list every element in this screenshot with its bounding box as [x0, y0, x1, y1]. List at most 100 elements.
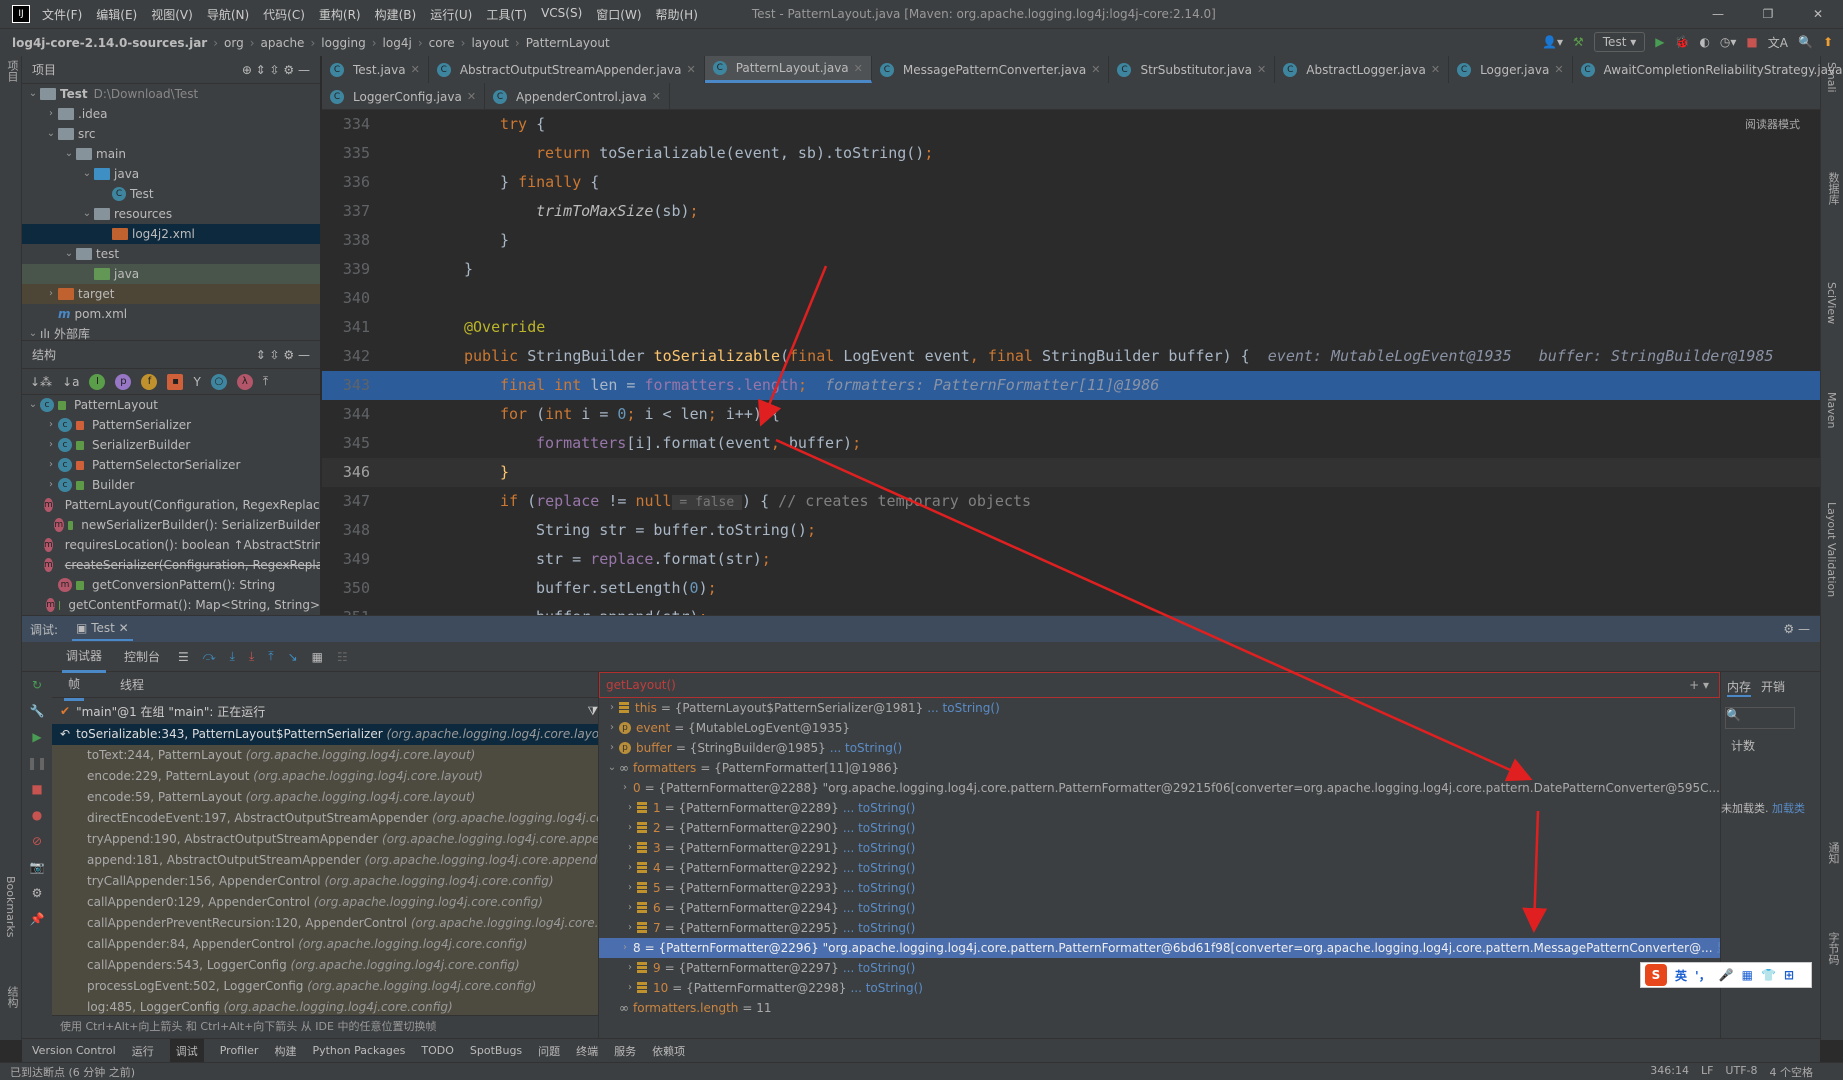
debug-icon[interactable]: 🐞	[1674, 35, 1689, 49]
chevron-right-icon[interactable]: ›	[605, 718, 619, 738]
variable-link[interactable]: ... toString()	[830, 738, 902, 758]
line-number[interactable]: 339	[322, 255, 370, 284]
evaluate-expression-icon[interactable]: ▦	[312, 650, 323, 664]
run-icon[interactable]: ▶	[1655, 35, 1664, 49]
tree-item[interactable]: log4j2.xml	[22, 224, 320, 244]
variable-link[interactable]: ... toString()	[843, 798, 915, 818]
line-number[interactable]: 337	[322, 197, 370, 226]
chevron-right-icon[interactable]: ›	[623, 878, 637, 898]
code-line[interactable]: 339}	[322, 255, 1820, 284]
structure-item[interactable]: › c PatternSelectorSerializer	[22, 455, 320, 475]
build-hammer-icon[interactable]: ⚒	[1573, 35, 1584, 49]
toolbox-icon[interactable]: ⊞	[1784, 968, 1794, 982]
chevron-right-icon[interactable]: ›	[44, 415, 58, 435]
chevron-right-icon[interactable]: ›	[44, 455, 58, 475]
tree-item[interactable]: ⌄ resources	[22, 204, 320, 224]
add-watch-icon[interactable]: + ▾	[1689, 678, 1709, 692]
tree-item[interactable]: C Test	[22, 184, 320, 204]
tool-window-button[interactable]: SpotBugs	[470, 1044, 522, 1057]
variable-row[interactable]: › 9 = {PatternFormatter@2297}... toString(…	[599, 958, 1720, 978]
line-number[interactable]: 344	[322, 400, 370, 429]
line-number[interactable]: 346	[322, 458, 370, 487]
tool-window-button[interactable]: 构建	[274, 1043, 296, 1059]
menu-item[interactable]: 导航(N)	[207, 6, 249, 23]
breadcrumb-item[interactable]: log4j	[383, 36, 412, 50]
step-over-icon[interactable]: ⤼	[203, 649, 216, 664]
line-number[interactable]: 351	[322, 603, 370, 615]
stack-frame[interactable]: callAppender:84, AppenderControl (org.ap…	[52, 934, 618, 955]
chevron-down-icon[interactable]: ⌄	[80, 164, 94, 184]
code-line[interactable]: 343 final int len = formatters.length; fo…	[322, 371, 1820, 400]
lambda-filter-icon[interactable]: Y	[193, 375, 200, 389]
line-number[interactable]: 334	[322, 110, 370, 139]
variable-row[interactable]: › 1 = {PatternFormatter@2289}... toString(…	[599, 798, 1720, 818]
profile-icon[interactable]: ◷▾	[1720, 35, 1737, 49]
structure-item[interactable]: m createSerializer(Configuration, RegexRe…	[22, 555, 320, 575]
stack-frame[interactable]: callAppenders:543, LoggerConfig (org.apa…	[52, 955, 618, 976]
stripe-item[interactable]: 通知	[1825, 842, 1841, 864]
skin-icon[interactable]: 👕	[1761, 968, 1776, 982]
structure-item[interactable]: m newSerializerBuilder(): SerializerBuild…	[22, 515, 320, 535]
editor-tab[interactable]: C Test.java ✕	[322, 56, 429, 83]
mute-breakpoints-icon[interactable]: ⊘	[32, 834, 42, 848]
tool-window-button[interactable]: 依赖项	[652, 1043, 685, 1059]
close-tab-icon[interactable]: ✕	[854, 62, 863, 75]
tool-window-button[interactable]: 终端	[576, 1043, 598, 1059]
line-number[interactable]: 343	[322, 371, 370, 400]
step-into-icon[interactable]: ⤓	[230, 649, 235, 664]
menu-item[interactable]: VCS(S)	[541, 6, 582, 23]
code-line[interactable]: 348 String str = buffer.toString();	[322, 516, 1820, 545]
rerun-icon[interactable]: ↻	[32, 678, 42, 692]
structure-item[interactable]: m getConversionPattern(): String	[22, 575, 320, 595]
tool-window-button[interactable]: 调试	[169, 1038, 204, 1063]
line-number[interactable]: 350	[322, 574, 370, 603]
code-editor[interactable]: 334 try {335 return toSerializable(event, …	[322, 110, 1820, 615]
minimize-button[interactable]: —	[1693, 0, 1743, 28]
stack-frame[interactable]: callAppender0:129, AppenderControl (org.…	[52, 892, 618, 913]
variable-row[interactable]: › 0 = {PatternFormatter@2288} "org.apache.…	[599, 778, 1720, 798]
tool-window-button[interactable]: 服务	[614, 1043, 636, 1059]
chevron-down-icon[interactable]: ⌄	[62, 144, 76, 164]
debug-session-tab[interactable]: ▣ Test ✕	[72, 617, 133, 641]
tree-item[interactable]: › target	[22, 284, 320, 304]
stack-frame[interactable]: append:181, AbstractOutputStreamAppender…	[52, 850, 618, 871]
breadcrumb-item[interactable]: log4j-core-2.14.0-sources.jar	[12, 36, 207, 50]
resume-icon[interactable]: ▶	[32, 730, 41, 744]
code-line[interactable]: 336} finally {	[322, 168, 1820, 197]
stripe-item[interactable]: Maven	[1825, 392, 1838, 428]
code-line[interactable]: 334 try {	[322, 110, 1820, 139]
menu-item[interactable]: 文件(F)	[42, 6, 82, 23]
structure-item[interactable]: m requiresLocation(): boolean ↑AbstractSt…	[22, 535, 320, 555]
variable-row[interactable]: › 10 = {PatternFormatter@2298}... toString…	[599, 978, 1720, 998]
tab-overhead[interactable]: 开销	[1761, 678, 1785, 697]
menu-item[interactable]: 窗口(W)	[596, 6, 641, 23]
line-number[interactable]: 347	[322, 487, 370, 516]
maximize-button[interactable]: ❐	[1743, 0, 1793, 28]
line-number[interactable]: 345	[322, 429, 370, 458]
code-line[interactable]: 347 if (replace != null = false ) { // cr…	[322, 487, 1820, 516]
variable-row[interactable]: › 7 = {PatternFormatter@2295}... toString(…	[599, 918, 1720, 938]
variable-row[interactable]: ∞ formatters.length = 11	[599, 998, 1720, 1018]
run-config-select[interactable]: Test ▾	[1593, 32, 1646, 52]
evaluate-input[interactable]: getLayout() + ▾	[599, 672, 1720, 698]
tree-item[interactable]: ⌄ java	[22, 164, 320, 184]
update-icon[interactable]: ⬆	[1823, 35, 1833, 49]
stack-frame[interactable]: tryCallAppender:156, AppenderControl (or…	[52, 871, 618, 892]
variable-link[interactable]: ... toString()	[843, 878, 915, 898]
chevron-down-icon[interactable]: ⌄	[44, 124, 58, 144]
editor-tab[interactable]: C MessagePatternConverter.java ✕	[872, 56, 1110, 83]
line-number[interactable]: 335	[322, 139, 370, 168]
stack-frame[interactable]: tryAppend:190, AbstractOutputStreamAppen…	[52, 829, 618, 850]
menu-item[interactable]: 帮助(H)	[656, 6, 698, 23]
code-line[interactable]: 344 for (int i = 0; i < len; i++) {	[322, 400, 1820, 429]
breadcrumb-item[interactable]: apache	[261, 36, 305, 50]
line-number[interactable]: 348	[322, 516, 370, 545]
close-tab-icon[interactable]: ✕	[1554, 63, 1563, 76]
step-out-icon[interactable]: ⤒	[268, 649, 273, 664]
chevron-down-icon[interactable]: ⌄	[80, 204, 94, 224]
microphone-icon[interactable]: 🎤	[1719, 968, 1734, 982]
stack-frame[interactable]: directEncodeEvent:197, AbstractOutputStr…	[52, 808, 618, 829]
user-icon[interactable]: 👤▾	[1542, 35, 1563, 49]
autoscroll-icon[interactable]: ⤒	[263, 374, 268, 389]
file-encoding[interactable]: UTF-8	[1725, 1064, 1757, 1080]
